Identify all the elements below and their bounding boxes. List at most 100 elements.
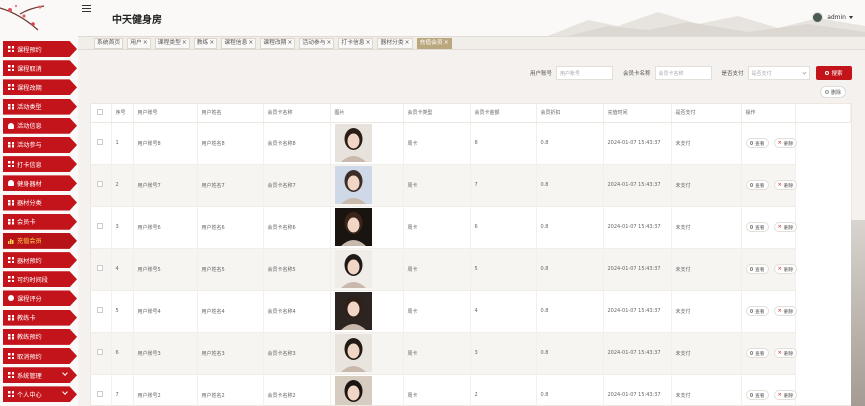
row-checkbox[interactable] xyxy=(97,349,103,355)
sidebar-item-0[interactable]: 课程预约 xyxy=(3,41,77,57)
close-icon[interactable]: × xyxy=(444,40,449,46)
row-checkbox[interactable] xyxy=(97,139,103,145)
view-button[interactable]: 查看 xyxy=(745,306,769,316)
tab-0[interactable]: 系统首页 xyxy=(94,37,124,49)
delete-button[interactable]: × 删除 xyxy=(773,138,798,148)
close-icon[interactable]: × xyxy=(182,40,187,46)
select-all-checkbox[interactable] xyxy=(97,108,103,115)
sidebar-item-15[interactable]: 教练预约 xyxy=(3,328,77,345)
view-label: 查看 xyxy=(755,267,765,273)
paid-select[interactable]: 是否支付 xyxy=(747,66,810,80)
sidebar-item-18[interactable]: 个人中心 xyxy=(3,386,77,403)
view-button[interactable]: 查看 xyxy=(745,138,769,148)
view-icon xyxy=(749,225,753,229)
sidebar-item-6[interactable]: 打卡信息 xyxy=(3,156,77,173)
user-name: admin xyxy=(827,14,846,21)
sidebar-item-2[interactable]: 课程改期 xyxy=(3,79,77,96)
cell-discount: 0.8 xyxy=(536,164,604,207)
sidebar-item-9[interactable]: 会员卡 xyxy=(3,213,77,230)
tab-2[interactable]: 课程类型× xyxy=(154,37,190,49)
avatar xyxy=(812,12,824,23)
table-row: 5 用户账号4 用户姓名4 会员卡名称4 周卡 4 0.8 2024-01-07 15:43:… xyxy=(91,290,851,333)
cell-account: 用户账号7 xyxy=(133,164,198,207)
tab-3[interactable]: 教练× xyxy=(193,37,218,49)
sidebar-item-16[interactable]: 取消预约 xyxy=(3,348,77,364)
chevron-down-icon xyxy=(62,370,68,377)
sidebar-item-label: 充值会员 xyxy=(17,238,42,246)
batch-delete-button[interactable]: 删除 xyxy=(820,86,846,98)
sidebar-item-17[interactable]: 系统管理 xyxy=(3,367,77,384)
sidebar-item-11[interactable]: 器材预约 xyxy=(3,252,77,269)
tab-7[interactable]: 打卡信息× xyxy=(338,37,374,49)
sidebar-item-8[interactable]: 器材分类 xyxy=(3,194,77,211)
close-icon[interactable]: × xyxy=(327,40,332,46)
column-header: 图片 xyxy=(330,104,404,123)
sidebar-item-12[interactable]: 可约时间段 xyxy=(3,271,77,288)
delete-button[interactable]: × 删除 xyxy=(773,180,798,190)
view-button[interactable]: 查看 xyxy=(745,348,769,358)
row-checkbox[interactable] xyxy=(97,265,103,271)
plum-blossom-decoration xyxy=(0,4,45,31)
actions-cell: 查看 × 删除 xyxy=(741,206,798,249)
delete-button[interactable]: × 删除 xyxy=(773,222,798,232)
row-checkbox[interactable] xyxy=(97,223,103,229)
account-input[interactable]: 用户账号 xyxy=(556,66,614,80)
row-select-cell xyxy=(91,248,112,291)
cell-no: 7 xyxy=(111,374,134,405)
sidebar-item-14[interactable]: 教练卡 xyxy=(3,309,77,326)
delete-button[interactable]: × 删除 xyxy=(773,348,798,358)
tab-9[interactable]: 充值会员× xyxy=(416,37,452,49)
tab-4[interactable]: 课程信息× xyxy=(221,37,257,49)
view-icon xyxy=(749,393,753,397)
delete-button[interactable]: × 删除 xyxy=(773,390,798,400)
view-button[interactable]: 查看 xyxy=(745,222,769,232)
tab-1[interactable]: 用户× xyxy=(127,37,151,49)
view-button[interactable]: 查看 xyxy=(745,180,769,190)
menu-toggle-icon[interactable] xyxy=(82,5,91,12)
delete-button[interactable]: × 删除 xyxy=(773,264,798,274)
sidebar-item-label: 课程改期 xyxy=(17,84,42,92)
sidebar-item-4[interactable]: 活动信息 xyxy=(3,117,77,134)
close-icon[interactable]: × xyxy=(366,40,371,46)
row-select-cell xyxy=(91,290,112,333)
tab-8[interactable]: 器材分类× xyxy=(377,37,413,49)
sidebar-item-1[interactable]: 课程取消 xyxy=(3,60,77,77)
select-all-cell xyxy=(91,104,112,123)
user-menu[interactable]: admin xyxy=(812,12,853,23)
cell-type: 周卡 xyxy=(403,248,471,291)
cell-amount: 6 xyxy=(470,206,537,249)
delete-label: 删除 xyxy=(783,141,794,147)
tab-label: 活动参与 xyxy=(302,39,326,46)
photo-cell xyxy=(330,248,404,291)
row-select-cell xyxy=(91,122,112,165)
sidebar-item-5[interactable]: 活动参与 xyxy=(3,136,77,153)
row-checkbox[interactable] xyxy=(97,181,103,187)
row-checkbox[interactable] xyxy=(97,307,103,313)
close-icon[interactable]: × xyxy=(209,40,214,46)
tab-6[interactable]: 活动参与× xyxy=(299,37,335,49)
tab-5[interactable]: 课程改期× xyxy=(260,37,296,49)
sidebar-item-7[interactable]: 健身器材 xyxy=(3,175,77,192)
cell-amount: 3 xyxy=(470,332,537,375)
cell-type: 周卡 xyxy=(403,122,471,165)
view-icon xyxy=(749,267,753,271)
close-icon[interactable]: × xyxy=(248,40,253,46)
cell-account: 用户账号3 xyxy=(133,332,198,375)
delete-button[interactable]: × 删除 xyxy=(773,306,798,316)
sidebar-item-13[interactable]: 课程评分 xyxy=(3,290,77,307)
close-icon[interactable]: × xyxy=(405,40,410,46)
sidebar-item-label: 课程预约 xyxy=(17,46,42,54)
close-icon[interactable]: × xyxy=(287,40,292,46)
card-name-input[interactable]: 会员卡名称 xyxy=(654,66,712,80)
sidebar-item-10[interactable]: 充值会员 xyxy=(3,232,77,249)
cell-discount: 0.8 xyxy=(536,332,604,375)
search-button[interactable]: 搜索 xyxy=(815,66,852,80)
view-button[interactable]: 查看 xyxy=(745,264,769,274)
row-checkbox[interactable] xyxy=(97,391,103,397)
grid-icon xyxy=(8,333,14,340)
cell-discount: 0.8 xyxy=(536,374,604,405)
close-icon[interactable]: × xyxy=(143,40,148,46)
cell-type: 周卡 xyxy=(403,206,471,249)
view-button[interactable]: 查看 xyxy=(745,390,769,400)
sidebar-item-3[interactable]: 活动类型 xyxy=(3,98,77,115)
